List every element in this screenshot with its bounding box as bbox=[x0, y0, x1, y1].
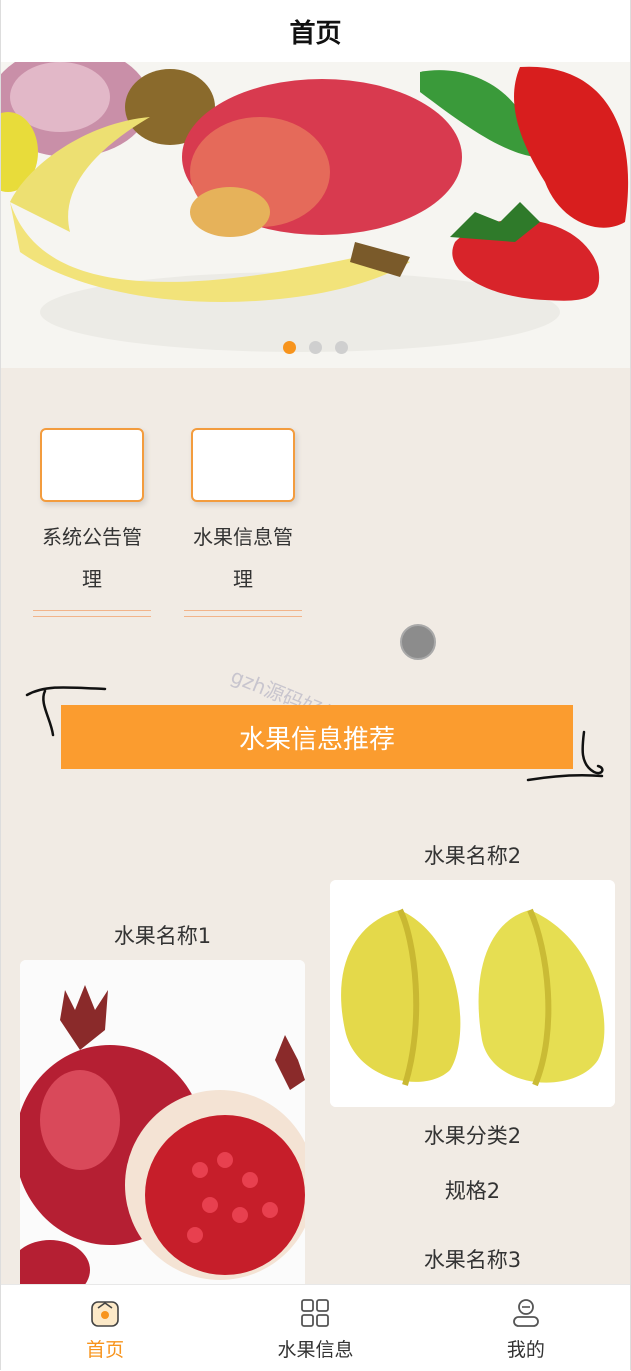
bottom-tab-bar: 首页 水果信息 我的 bbox=[0, 1284, 631, 1371]
tab-label: 我的 bbox=[506, 1339, 545, 1361]
carousel-dot[interactable] bbox=[309, 341, 322, 354]
tab-profile[interactable]: 我的 bbox=[421, 1285, 631, 1371]
product-card-image[interactable] bbox=[330, 880, 615, 1107]
product-card-image[interactable] bbox=[20, 960, 305, 1284]
product-name: 水果名称2 bbox=[423, 844, 522, 868]
grid-icon bbox=[301, 1299, 330, 1327]
decorative-curl-icon bbox=[526, 730, 604, 782]
divider bbox=[33, 610, 151, 617]
banner-image[interactable] bbox=[0, 62, 631, 368]
main-content: 系统公告管理 水果信息管理 gzh源码好优 水果信息推荐 水果名称2 水果分类2… bbox=[0, 368, 631, 1284]
nav-item-label: 系统公告管理 bbox=[42, 525, 142, 591]
carousel-indicators bbox=[0, 341, 631, 354]
banner-carousel[interactable] bbox=[0, 62, 631, 368]
tab-fruit-info[interactable]: 水果信息 bbox=[210, 1285, 420, 1371]
pomegranate-image bbox=[20, 960, 305, 1284]
tab-label: 水果信息 bbox=[277, 1339, 354, 1361]
nav-item-fruit-management[interactable]: 水果信息管理 bbox=[183, 428, 303, 617]
product-name: 水果名称3 bbox=[423, 1248, 522, 1272]
carousel-dot[interactable] bbox=[335, 341, 348, 354]
user-icon bbox=[512, 1299, 539, 1327]
nav-item-notice-management[interactable]: 系统公告管理 bbox=[32, 428, 152, 617]
starfruit-image bbox=[330, 880, 615, 1107]
product-name: 水果名称1 bbox=[113, 924, 212, 948]
tab-home[interactable]: 首页 bbox=[0, 1285, 210, 1371]
home-icon bbox=[91, 1301, 119, 1327]
floating-touch-indicator bbox=[400, 624, 436, 660]
divider bbox=[184, 610, 302, 617]
tab-label: 首页 bbox=[86, 1339, 125, 1361]
fruit-icon bbox=[191, 428, 295, 502]
section-title-recommend: 水果信息推荐 bbox=[61, 705, 573, 769]
carousel-dot[interactable] bbox=[283, 341, 296, 354]
product-category: 水果分类2 bbox=[423, 1124, 522, 1148]
product-spec: 规格2 bbox=[444, 1179, 501, 1203]
notice-icon bbox=[40, 428, 144, 502]
page-title: 首页 bbox=[0, 0, 631, 62]
nav-item-label: 水果信息管理 bbox=[193, 525, 293, 591]
